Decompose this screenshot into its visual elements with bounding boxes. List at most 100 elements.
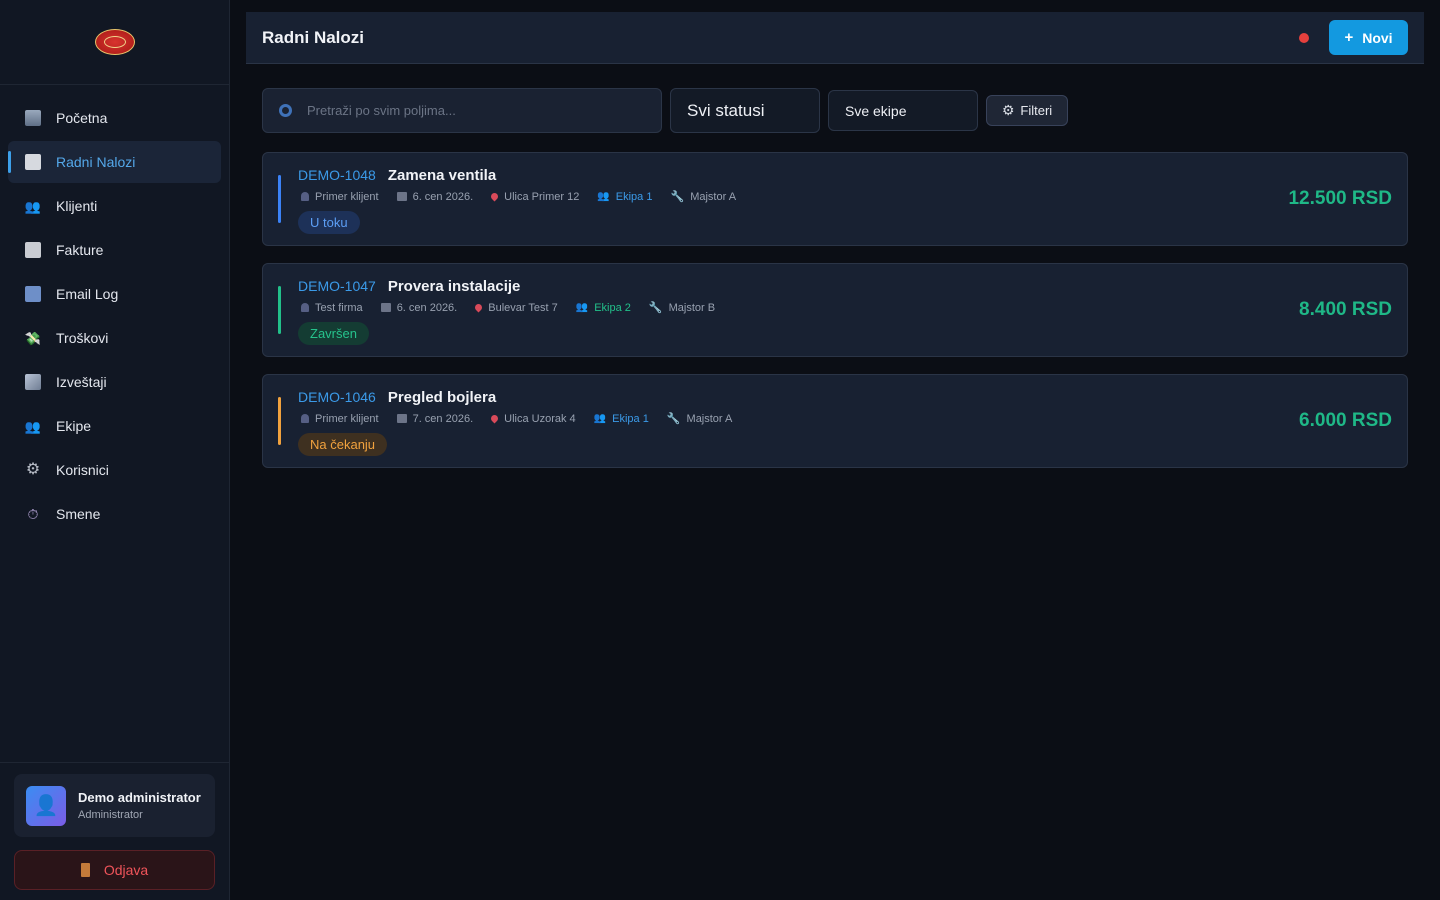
status-select[interactable]: Svi statusi: [670, 88, 820, 133]
company-logo[interactable]: [94, 29, 135, 55]
order-title: Provera instalacije: [387, 278, 521, 295]
order-title: Pregled bojlera: [387, 389, 497, 406]
order-worker: Majstor A: [686, 412, 733, 425]
order-amount: 12.500 RSD: [1288, 188, 1392, 209]
sidebar-item-radni-nalozi[interactable]: Radni Nalozi: [8, 141, 221, 183]
search-input[interactable]: [307, 103, 647, 118]
calendar-icon: [396, 414, 407, 423]
sidebar-item-label: Korisnici: [56, 462, 109, 478]
chart-icon: [25, 110, 41, 126]
wrench-icon: 🔧: [670, 191, 685, 203]
team-icon: 👥: [597, 191, 610, 202]
sidebar-item-ekipe[interactable]: 👥 Ekipe: [8, 405, 221, 447]
logout-label: Odjava: [103, 862, 149, 878]
sidebar-item-label: Troškovi: [56, 330, 109, 346]
order-address: Bulevar Test 7: [488, 301, 558, 314]
sidebar-item-label: Fakture: [56, 242, 104, 258]
sidebar-item-smene[interactable]: ⏱ Smene: [8, 493, 221, 535]
team-icon: 👥: [575, 302, 589, 313]
user-icon: 👤: [33, 795, 59, 817]
sidebar-item-label: Klijenti: [56, 198, 98, 214]
order-worker: Majstor B: [668, 301, 716, 314]
calendar-icon: [380, 303, 391, 312]
sidebar-item-troskovi[interactable]: 💸 Troškovi: [8, 317, 221, 359]
mail-icon: [25, 286, 41, 302]
calendar-icon: [396, 192, 407, 201]
status-badge: Završen: [298, 322, 369, 345]
order-date: 6. cen 2026.: [412, 190, 474, 203]
order-meta: Test firma 6. cen 2026. Bulevar Test 7 👥…: [301, 301, 733, 314]
logout-button[interactable]: Odjava: [14, 850, 215, 890]
order-client: Primer klijent: [315, 190, 379, 203]
door-icon: [80, 863, 90, 877]
sidebar-item-izvestaji[interactable]: Izveštaji: [8, 361, 221, 403]
search-box: [262, 88, 662, 133]
gear-icon: ⚙: [1001, 102, 1015, 118]
order-id[interactable]: DEMO-1047: [298, 278, 376, 294]
new-order-button[interactable]: + Novi: [1329, 20, 1408, 55]
sidebar-item-label: Izveštaji: [56, 374, 107, 390]
plus-icon: +: [1344, 29, 1354, 46]
team-icon: 👥: [593, 413, 607, 424]
gear-icon: ⚙: [25, 461, 41, 478]
order-client: Test firma: [315, 301, 363, 314]
person-icon: [301, 414, 309, 423]
sidebar-item-label: Smene: [56, 506, 101, 522]
sidebar-item-fakture[interactable]: Fakture: [8, 229, 221, 271]
pin-icon: [489, 191, 500, 202]
logo-area: [0, 0, 229, 85]
order-date: 7. cen 2026.: [412, 412, 474, 425]
status-badge: U toku: [298, 211, 360, 234]
order-title: Zamena ventila: [387, 167, 497, 184]
order-id[interactable]: DEMO-1046: [298, 389, 376, 405]
order-team: Ekipa 1: [615, 190, 653, 203]
avatar: 👤: [26, 785, 66, 826]
sidebar-item-email-log[interactable]: Email Log: [8, 273, 221, 315]
order-id[interactable]: DEMO-1048: [298, 167, 376, 183]
order-amount: 6.000 RSD: [1299, 410, 1392, 431]
order-address: Ulica Primer 12: [504, 190, 580, 203]
filters-button-label: Filteri: [1020, 103, 1053, 118]
sidebar-item-label: Početna: [56, 110, 108, 126]
filters-button[interactable]: ⚙ Filteri: [986, 95, 1068, 126]
divider: [0, 762, 229, 763]
order-card[interactable]: DEMO-1048 Zamena ventila Primer klijent …: [262, 152, 1408, 246]
order-card[interactable]: DEMO-1046 Pregled bojlera Primer klijent…: [262, 374, 1408, 468]
new-button-label: Novi: [1362, 29, 1393, 46]
sidebar-item-label: Email Log: [56, 286, 119, 302]
pin-icon: [473, 302, 484, 313]
order-card[interactable]: DEMO-1047 Provera instalacije Test firma…: [262, 263, 1408, 357]
search-icon: [279, 104, 292, 117]
status-badge: Na čekanju: [298, 433, 388, 456]
sidebar-item-pocetna[interactable]: Početna: [8, 97, 221, 139]
status-bar: [278, 286, 281, 334]
order-amount: 8.400 RSD: [1299, 299, 1392, 320]
trend-icon: [25, 374, 41, 390]
order-team: Ekipa 2: [594, 301, 631, 314]
status-bar: [278, 397, 281, 445]
money-icon: 💸: [24, 330, 42, 346]
sidebar-item-label: Radni Nalozi: [56, 154, 136, 170]
person-icon: [301, 192, 309, 201]
users-icon: 👥: [24, 198, 42, 214]
user-role: Administrator: [78, 809, 143, 821]
document-icon: [25, 154, 41, 170]
page-title: Radni Nalozi: [262, 27, 365, 47]
status-bar: [278, 175, 281, 223]
person-icon: [301, 303, 309, 312]
order-client: Primer klijent: [315, 412, 379, 425]
page-header: Radni Nalozi + Novi: [246, 12, 1424, 64]
sidebar-nav: Početna Radni Nalozi 👥 Klijenti Fakture …: [0, 85, 229, 535]
sidebar-item-klijenti[interactable]: 👥 Klijenti: [8, 185, 221, 227]
sidebar-item-label: Ekipe: [56, 418, 92, 434]
timer-icon: ⏱: [27, 506, 39, 522]
user-card[interactable]: 👤 Demo administrator Administrator: [14, 774, 215, 837]
sidebar-item-korisnici[interactable]: ⚙ Korisnici: [8, 449, 221, 491]
wrench-icon: 🔧: [666, 413, 681, 425]
sidebar: Početna Radni Nalozi 👥 Klijenti Fakture …: [0, 0, 230, 900]
order-date: 6. cen 2026.: [396, 301, 458, 314]
status-indicator: [1299, 33, 1309, 43]
wrench-icon: 🔧: [648, 302, 663, 314]
team-select[interactable]: Sve ekipe: [828, 90, 978, 131]
pin-icon: [489, 413, 500, 424]
